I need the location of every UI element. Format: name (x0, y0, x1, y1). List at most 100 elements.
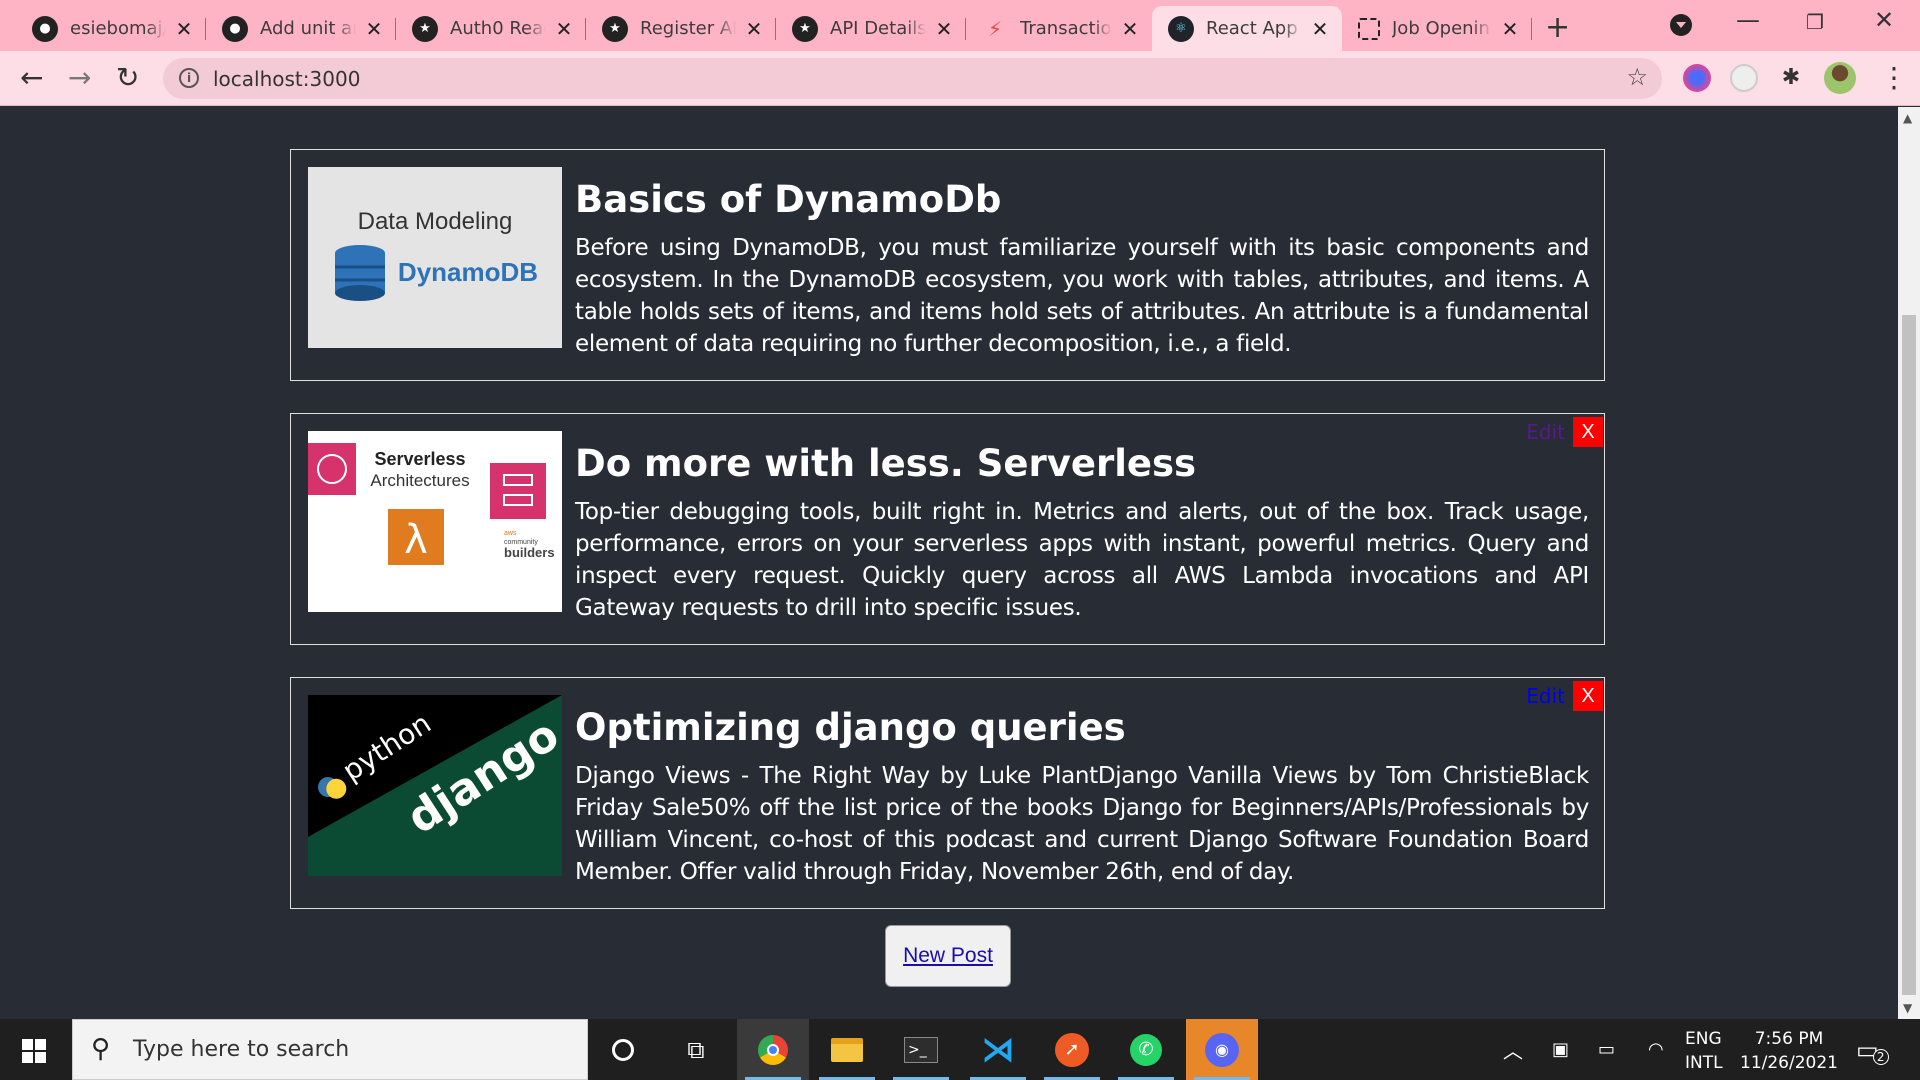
extensions-puzzle-icon[interactable]: ✱ (1777, 64, 1805, 92)
github-icon: ● (222, 15, 248, 42)
tab-github-2[interactable]: ● Add unit an ✕ (206, 6, 396, 51)
auth0-icon: ★ (792, 15, 818, 42)
extension-icon[interactable] (1730, 64, 1758, 92)
post-title: Basics of DynamoDb (575, 178, 1002, 221)
close-tab-icon[interactable]: ✕ (174, 17, 194, 41)
taskbar-search-box[interactable]: ⚲ Type here to search (72, 1019, 588, 1080)
extension-icon[interactable] (1683, 64, 1711, 92)
tab-register-api[interactable]: ★ Register API ✕ (586, 6, 776, 51)
reload-icon[interactable]: ↻ (116, 61, 139, 94)
close-tab-icon[interactable]: ✕ (744, 17, 764, 41)
windows-taskbar: ⚲ Type here to search ⧉ >_ ⋊ ➚ ✆ ◉ ︿ ▣ ▭… (0, 1019, 1920, 1080)
scrollbar-thumb[interactable] (1902, 315, 1916, 995)
thumb-text: Architectures (370, 471, 469, 490)
browser-menu-icon[interactable]: ⋮ (1880, 61, 1908, 94)
postman-icon: ⚡ (987, 16, 1003, 41)
tab-job-openings[interactable]: Job Openin ✕ (1342, 6, 1532, 51)
bookmark-star-icon[interactable]: ☆ (1626, 63, 1648, 91)
aws-service-icon (308, 443, 356, 495)
auth0-icon: ★ (412, 15, 438, 42)
post-body: Before using DynamoDB, you must familiar… (575, 235, 1589, 357)
language-indicator[interactable]: ENG INTL (1685, 1027, 1723, 1075)
scroll-down-icon[interactable]: ▼ (1903, 1001, 1912, 1015)
task-view-icon[interactable]: ⧉ (660, 1019, 732, 1080)
lang-line: ENG (1685, 1029, 1722, 1049)
delete-button[interactable]: X (1573, 681, 1603, 711)
search-icon: ⚲ (91, 1034, 111, 1064)
tab-title: Transaction (1020, 18, 1112, 39)
svg-text:λ: λ (404, 517, 428, 563)
back-icon[interactable]: ← (20, 61, 43, 94)
post-title: Do more with less. Serverless (575, 442, 1197, 485)
minimize-icon[interactable]: — (1736, 6, 1760, 34)
date: 11/26/2021 (1740, 1053, 1838, 1073)
terminal-icon[interactable]: >_ (885, 1019, 957, 1080)
post-thumbnail: Serverless Architectures λ aws community… (308, 431, 562, 612)
meet-now-icon[interactable]: ▣ (1552, 1019, 1569, 1080)
file-explorer-icon[interactable] (811, 1019, 883, 1080)
dynamodb-icon (335, 245, 385, 301)
whatsapp-icon[interactable]: ✆ (1110, 1019, 1182, 1080)
post-actions: Edit X (1526, 417, 1603, 447)
auth0-icon: ★ (602, 15, 628, 42)
post-title: Optimizing django queries (575, 706, 1126, 749)
post-card: Data Modeling DynamoDB Basics of DynamoD… (290, 149, 1605, 381)
edit-link[interactable]: Edit (1526, 420, 1565, 444)
tab-react-app[interactable]: ⚛ React App ✕ (1152, 6, 1342, 51)
tab-title: React App (1206, 18, 1298, 39)
frame-icon (1358, 17, 1380, 40)
post-body: Top-tier debugging tools, built right in… (575, 499, 1589, 621)
delete-button[interactable]: X (1573, 417, 1603, 447)
site-info-icon[interactable]: i (179, 68, 199, 88)
cortana-icon[interactable] (587, 1019, 659, 1080)
tab-title: Job Openin (1392, 18, 1490, 39)
vscode-icon[interactable]: ⋊ (962, 1019, 1034, 1080)
post-body: Django Views - The Right Way by Luke Pla… (575, 763, 1589, 885)
close-tab-icon[interactable]: ✕ (1500, 17, 1520, 41)
close-tab-icon[interactable]: ✕ (1120, 17, 1140, 41)
battery-icon[interactable]: ▭ (1598, 1019, 1615, 1080)
react-icon: ⚛ (1168, 15, 1194, 42)
tab-title: Auth0 React (450, 18, 546, 39)
forward-icon[interactable]: → (68, 61, 91, 94)
window-close-icon[interactable]: ✕ (1874, 6, 1894, 34)
chrome-taskbar-icon[interactable] (737, 1019, 809, 1080)
post-thumbnail: python django (308, 695, 562, 876)
postman-taskbar-icon[interactable]: ➚ (1036, 1019, 1108, 1080)
github-icon: ● (32, 15, 58, 42)
tab-auth0-react[interactable]: ★ Auth0 React ✕ (396, 6, 586, 51)
post-actions: Edit X (1526, 681, 1603, 711)
close-tab-icon[interactable]: ✕ (554, 17, 574, 41)
discord-icon[interactable]: ◉ (1186, 1019, 1258, 1080)
close-tab-icon[interactable]: ✕ (934, 17, 954, 41)
new-post-button[interactable]: New Post (885, 925, 1011, 987)
tab-search-icon[interactable] (1670, 14, 1692, 36)
windows-start-icon[interactable] (22, 1039, 46, 1063)
search-placeholder[interactable]: Type here to search (133, 1037, 349, 1062)
post-card: Edit X python django Optimizing django q… (290, 677, 1605, 909)
clock[interactable]: 7:56 PM 11/26/2021 (1740, 1027, 1838, 1075)
tab-github-1[interactable]: ● esiebomaj/S ✕ (16, 6, 206, 51)
notifications-icon[interactable]: ▭ 2 (1856, 1019, 1889, 1080)
thumb-text: aws (504, 530, 517, 537)
thumb-text: Serverless (374, 449, 465, 469)
new-tab-button[interactable]: + (1545, 10, 1570, 45)
profile-avatar[interactable] (1824, 62, 1856, 94)
close-tab-icon[interactable]: ✕ (1310, 17, 1330, 41)
thumb-text: Data Modeling (358, 208, 513, 235)
tab-transaction[interactable]: ⚡ Transaction ✕ (966, 6, 1152, 51)
edit-link[interactable]: Edit (1526, 684, 1565, 708)
restore-icon[interactable]: ❐ (1806, 10, 1824, 34)
new-post-label[interactable]: New Post (903, 944, 993, 968)
address-bar[interactable]: i localhost:3000 ☆ (163, 58, 1662, 99)
wifi-icon[interactable]: ◠ (1648, 1019, 1664, 1080)
scroll-up-icon[interactable]: ▲ (1903, 111, 1912, 125)
aws-service-icon (490, 463, 546, 519)
url-text[interactable]: localhost:3000 (213, 67, 360, 91)
tab-api-details[interactable]: ★ API Details ✕ (776, 6, 966, 51)
show-hidden-icons-icon[interactable]: ︿ (1503, 1019, 1523, 1080)
post-thumbnail: Data Modeling DynamoDB (308, 167, 562, 348)
browser-toolbar: ← → ↻ i localhost:3000 ☆ ✱ ⋮ (0, 51, 1920, 106)
page-scrollbar[interactable]: ▲ ▼ (1898, 107, 1920, 1019)
close-tab-icon[interactable]: ✕ (364, 17, 384, 41)
